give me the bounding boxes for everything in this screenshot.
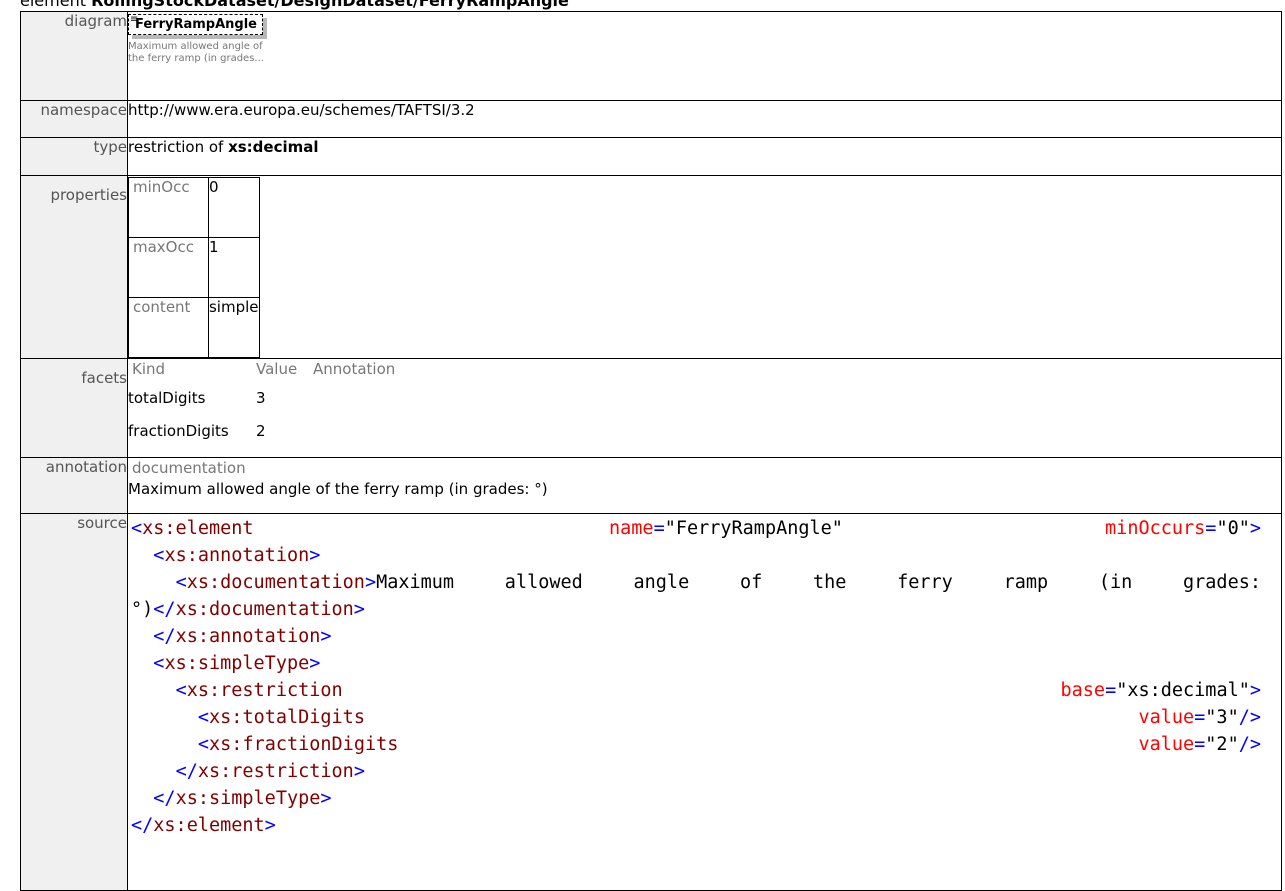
facets-header-annotation: Annotation <box>313 360 396 378</box>
type-value: restriction of xs:decimal <box>127 137 1282 176</box>
property-value: 1 <box>207 237 260 298</box>
code-line: </xs:restriction> <box>175 761 365 782</box>
row-properties: properties minOcc 0 maxOcc 1 content simple <box>20 175 1282 359</box>
row-type: type restriction of xs:decimal <box>20 137 1282 176</box>
code-line: °)</xs:documentation> <box>131 599 365 620</box>
facet-kind: totalDigits <box>128 389 206 407</box>
type-prefix: restriction of <box>128 138 229 156</box>
annotation-text: Maximum allowed angle of the ferry ramp … <box>128 480 548 498</box>
code-line: <xs:documentation>Maximum allowed angle … <box>175 572 1261 593</box>
property-key: content <box>128 297 209 358</box>
type-base-link[interactable]: xs:decimal <box>228 138 318 156</box>
source-code: <xs:element name="FerryRampAngle" minOccur… <box>131 515 1281 839</box>
properties-table: minOcc 0 maxOcc 1 content simple <box>128 177 260 358</box>
element-doc-table: diagram ≡ FerryRampAngle Maximum allowed… <box>20 11 1282 891</box>
diagram-description: Maximum allowed angle of the ferry ramp … <box>128 41 264 64</box>
code-line: <xs:annotation> <box>153 545 321 566</box>
diagram-element-box[interactable]: ≡ FerryRampAngle <box>128 14 263 35</box>
property-row: content simple <box>128 297 260 358</box>
facet-annotation <box>313 384 395 417</box>
facets-header-kind: Kind <box>132 360 166 378</box>
code-line: </xs:annotation> <box>153 626 332 647</box>
facet-row: fractionDigits 2 <box>128 417 395 450</box>
facet-row: totalDigits 3 <box>128 384 395 417</box>
facets-cell: Kind Value Annotation totalDigits 3 frac… <box>127 358 1282 458</box>
code-line: <xs:totalDigits value="3"/> <box>197 707 1261 728</box>
annotation-cell: documentation Maximum allowed angle of t… <box>127 457 1282 514</box>
code-line: <xs:element name="FerryRampAngle" minOccur… <box>131 518 1261 539</box>
property-value: 0 <box>207 177 260 238</box>
label-source: source <box>20 513 128 891</box>
facet-annotation <box>313 417 395 450</box>
row-annotation: annotation documentation Maximum allowed… <box>20 457 1282 514</box>
diagram-cell: ≡ FerryRampAngle Maximum allowed angle o… <box>127 11 1282 101</box>
facet-value: 2 <box>256 422 266 440</box>
namespace-value: http://www.era.europa.eu/schemes/TAFTSI/… <box>127 100 1282 138</box>
facets-header-value: Value <box>256 360 298 378</box>
label-facets: facets <box>20 358 128 458</box>
sequence-icon: ≡ <box>130 14 139 25</box>
label-type: type <box>20 137 128 176</box>
source-cell: <xs:element name="FerryRampAngle" minOccur… <box>127 513 1282 891</box>
properties-cell: minOcc 0 maxOcc 1 content simple <box>127 175 1282 359</box>
property-key: minOcc <box>128 177 209 238</box>
diagram-element-name: FerryRampAngle <box>135 17 257 32</box>
page-title-path: RollingStockDataset/DesignDataset/FerryR… <box>91 0 569 10</box>
label-diagram: diagram <box>20 11 128 101</box>
facet-value: 3 <box>256 389 266 407</box>
row-namespace: namespace http://www.era.europa.eu/schem… <box>20 100 1282 138</box>
label-properties: properties <box>20 175 128 359</box>
label-annotation: annotation <box>20 457 128 514</box>
facet-kind: fractionDigits <box>128 422 229 440</box>
row-diagram: diagram ≡ FerryRampAngle Maximum allowed… <box>20 11 1282 101</box>
label-namespace: namespace <box>20 100 128 138</box>
code-line: <xs:restriction base="xs:decimal"> <box>175 680 1261 701</box>
property-row: maxOcc 1 <box>128 237 260 298</box>
page-title-prefix: element <box>20 0 92 10</box>
code-line: <xs:fractionDigits value="2"/> <box>197 734 1261 755</box>
facets-table: Kind Value Annotation totalDigits 3 frac… <box>128 360 395 450</box>
annotation-heading: documentation <box>132 459 246 477</box>
code-line: </xs:element> <box>131 815 276 836</box>
property-row: minOcc 0 <box>128 177 260 238</box>
diagram: ≡ FerryRampAngle Maximum allowed angle o… <box>128 12 1281 65</box>
row-source: source <xs:element name="FerryRampAngle" m… <box>20 513 1282 891</box>
code-line: <xs:simpleType> <box>153 653 321 674</box>
property-value: simple <box>207 297 260 358</box>
property-key: maxOcc <box>128 237 209 298</box>
code-line: </xs:simpleType> <box>153 788 332 809</box>
facets-header-row: Kind Value Annotation <box>128 360 395 384</box>
page-title: element RollingStockDataset/DesignDatase… <box>20 0 569 11</box>
row-facets: facets Kind Value Annotation totalDigits… <box>20 358 1282 458</box>
